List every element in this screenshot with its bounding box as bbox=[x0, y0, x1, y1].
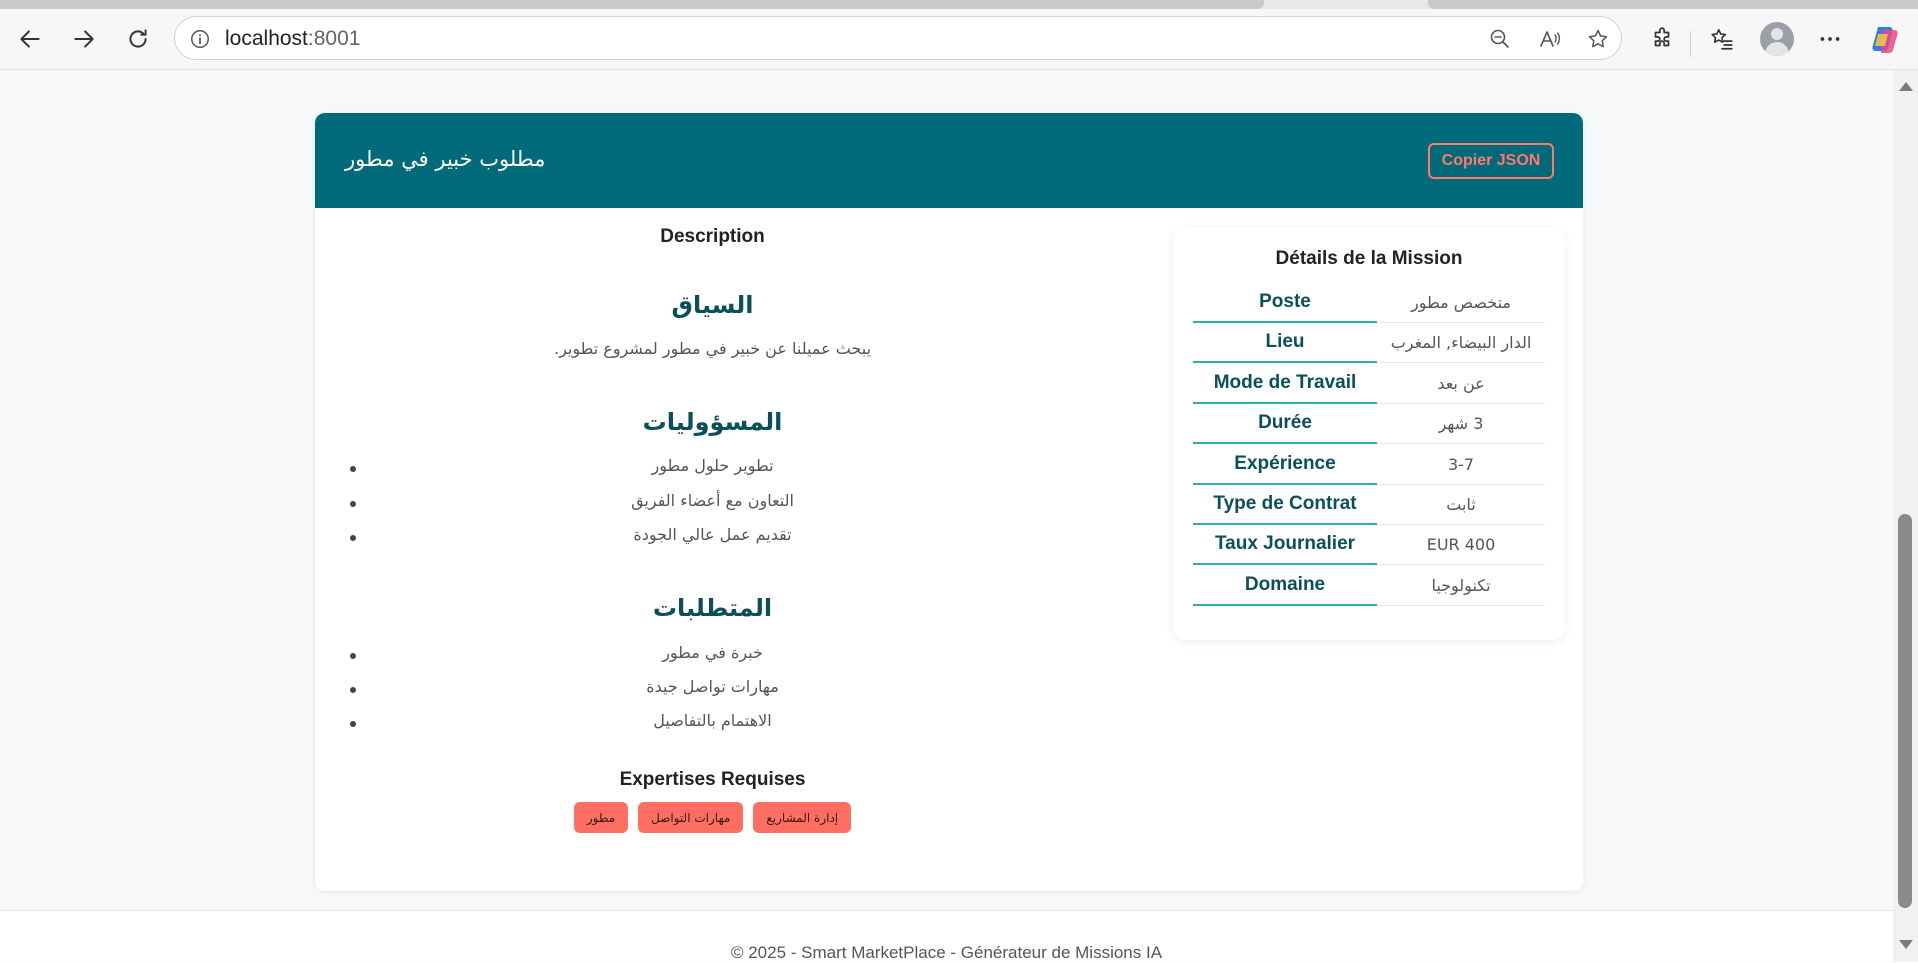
detail-value: 3-7 bbox=[1377, 445, 1545, 485]
scroll-up-arrow-icon[interactable] bbox=[1899, 82, 1913, 91]
detail-row-taux: Taux Journalier 400 EUR bbox=[1193, 525, 1545, 565]
arrow-right-icon bbox=[74, 30, 94, 48]
detail-value: تكنولوجيا bbox=[1377, 566, 1545, 606]
inactive-tab[interactable] bbox=[0, 0, 1264, 9]
expertises-title: Expertises Requises bbox=[619, 769, 806, 790]
expertise-tags: مطور مهارات التواصل إدارة المشاريع bbox=[315, 802, 1110, 833]
profile-avatar[interactable] bbox=[1760, 22, 1794, 56]
extensions-button[interactable] bbox=[1644, 21, 1680, 57]
context-text: يبحث عميلنا عن خبير في مطور لمشروع تطوير… bbox=[553, 339, 872, 358]
expertise-tag: مهارات التواصل bbox=[638, 802, 744, 833]
puzzle-icon bbox=[1654, 27, 1670, 47]
detail-value: الدار البيضاء, المغرب bbox=[1377, 323, 1545, 363]
scroll-thumb[interactable] bbox=[1898, 514, 1912, 908]
mission-title: مطلوب خبير في مطور bbox=[345, 147, 546, 171]
mission-header: مطلوب خبير في مطور Copier JSON bbox=[315, 113, 1583, 208]
detail-value: 400 EUR bbox=[1377, 525, 1545, 565]
responsibility-item: التعاون مع أعضاء الفريق bbox=[631, 491, 794, 510]
detail-label: Taux Journalier bbox=[1193, 525, 1377, 565]
toolbar-divider bbox=[1690, 31, 1691, 57]
requirements-heading: المتطلبات bbox=[652, 594, 773, 622]
mission-card: مطلوب خبير في مطور Copier JSON Descripti… bbox=[315, 113, 1583, 891]
more-menu-button[interactable] bbox=[1812, 21, 1848, 57]
requirement-item: خبرة في مطور bbox=[662, 643, 763, 662]
detail-label: Expérience bbox=[1193, 445, 1377, 485]
detail-value: متخصص مطور bbox=[1377, 283, 1545, 323]
zoom-out-icon[interactable] bbox=[1487, 26, 1513, 52]
page-footer: © 2025 - Smart MarketPlace - Générateur … bbox=[0, 910, 1893, 962]
ellipsis-icon bbox=[1820, 37, 1840, 41]
browser-toolbar: localhost:8001 bbox=[0, 9, 1918, 70]
detail-row-poste: Poste متخصص مطور bbox=[1193, 283, 1545, 323]
footer-text: © 2025 - Smart MarketPlace - Générateur … bbox=[730, 943, 1163, 962]
url-host: localhost bbox=[225, 27, 308, 50]
detail-label: Mode de Travail bbox=[1193, 364, 1377, 404]
responsibilities-heading: المسؤوليات bbox=[642, 408, 783, 436]
inactive-tab[interactable] bbox=[1428, 0, 1918, 9]
requirement-item: مهارات تواصل جيدة bbox=[646, 677, 779, 696]
detail-value: 3 شهر bbox=[1377, 404, 1545, 444]
mission-details-panel: Détails de la Mission Poste متخصص مطور L… bbox=[1173, 228, 1565, 640]
responsibility-item: تطوير حلول مطور bbox=[651, 456, 774, 475]
detail-row-domaine: Domaine تكنولوجيا bbox=[1193, 566, 1545, 606]
reload-icon bbox=[129, 29, 147, 48]
forward-button[interactable] bbox=[66, 21, 102, 57]
back-button[interactable] bbox=[12, 21, 48, 57]
details-title: Détails de la Mission bbox=[1275, 248, 1463, 269]
url-text[interactable]: localhost:8001 bbox=[225, 27, 360, 51]
description-title: Description bbox=[660, 226, 765, 247]
address-bar[interactable]: localhost:8001 bbox=[174, 16, 1622, 60]
detail-row-contrat: Type de Contrat ثابت bbox=[1193, 485, 1545, 525]
copilot-icon[interactable] bbox=[1868, 22, 1902, 56]
detail-label: Domaine bbox=[1193, 566, 1377, 606]
detail-row-mode: Mode de Travail عن بعد bbox=[1193, 364, 1545, 404]
detail-row-duree: Durée 3 شهر bbox=[1193, 404, 1545, 444]
expertise-tag: مطور bbox=[573, 802, 629, 833]
site-info-icon[interactable] bbox=[187, 26, 213, 52]
favorite-star-icon[interactable] bbox=[1585, 26, 1611, 52]
favorites-list-icon bbox=[1711, 28, 1733, 50]
expertise-tag: إدارة المشاريع bbox=[753, 802, 852, 833]
arrow-left-icon bbox=[20, 30, 40, 48]
detail-label: Type de Contrat bbox=[1193, 485, 1377, 525]
reload-button[interactable] bbox=[120, 21, 156, 57]
copy-json-button[interactable]: Copier JSON bbox=[1428, 143, 1554, 179]
scroll-down-arrow-icon[interactable] bbox=[1899, 940, 1913, 949]
detail-label: Lieu bbox=[1193, 323, 1377, 363]
tab-strip bbox=[0, 0, 1918, 9]
context-heading: السياق bbox=[671, 291, 754, 319]
detail-row-lieu: Lieu الدار البيضاء, المغرب bbox=[1193, 323, 1545, 363]
read-aloud-icon[interactable] bbox=[1537, 26, 1563, 52]
detail-value: عن بعد bbox=[1377, 364, 1545, 404]
page-scrollbar[interactable] bbox=[1893, 70, 1918, 961]
requirement-item: الاهتمام بالتفاصيل bbox=[653, 711, 772, 730]
favorites-button[interactable] bbox=[1704, 21, 1740, 57]
url-port: :8001 bbox=[307, 27, 361, 50]
detail-row-experience: Expérience 3-7 bbox=[1193, 445, 1545, 485]
detail-label: Durée bbox=[1193, 404, 1377, 444]
detail-value: ثابت bbox=[1377, 485, 1545, 525]
detail-label: Poste bbox=[1193, 283, 1377, 323]
responsibility-item: تقديم عمل عالي الجودة bbox=[633, 525, 792, 544]
